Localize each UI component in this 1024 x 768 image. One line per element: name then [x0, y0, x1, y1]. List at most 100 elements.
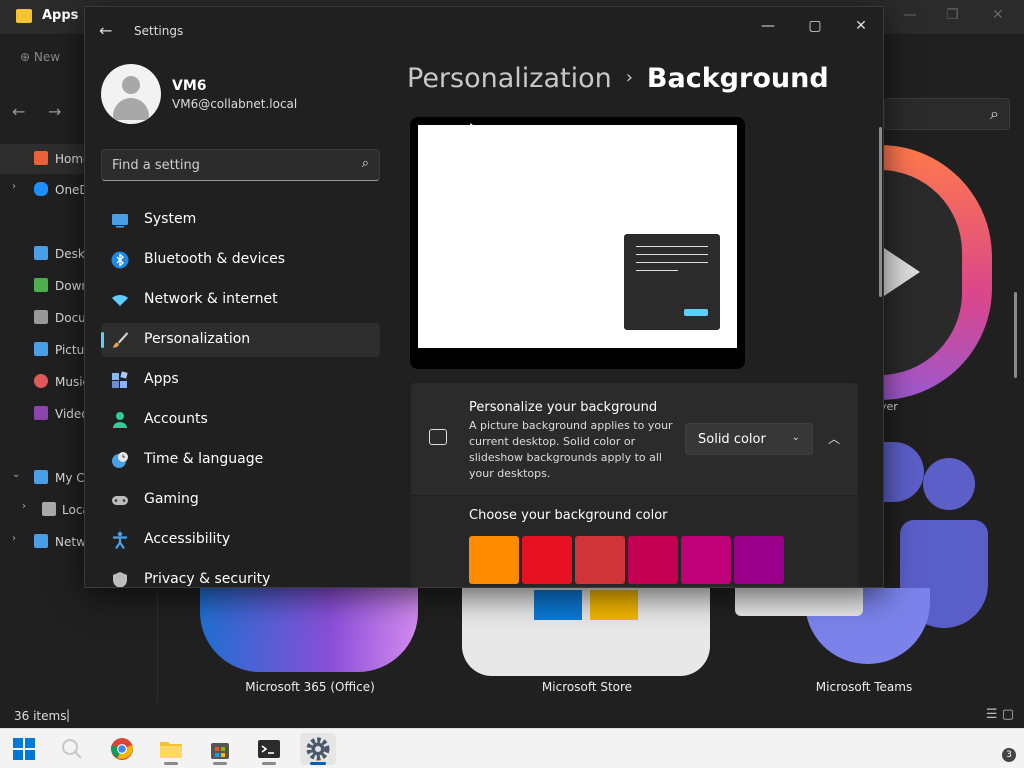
running-indicator	[262, 762, 276, 765]
nav-item-apps[interactable]: Apps	[101, 363, 380, 397]
nav-item-network-internet[interactable]: Network & internet	[101, 283, 380, 317]
tile-label-teams[interactable]: Microsoft Teams	[764, 680, 964, 694]
store-icon	[211, 743, 229, 759]
chevron-right-icon[interactable]: ›	[22, 501, 26, 512]
image-icon	[429, 429, 447, 445]
settings-app[interactable]	[300, 733, 336, 765]
chevron-down-icon[interactable]: ⌄	[12, 469, 20, 480]
maximize-button[interactable]: ▢	[800, 15, 830, 37]
sidebar-label: Videos	[55, 407, 85, 421]
background-type-dropdown[interactable]: Solid color ⌄	[685, 423, 813, 455]
explorer-status-bar: 36 items | ☰ ▢	[0, 704, 1024, 728]
collapse-button[interactable]: ︿	[821, 427, 847, 451]
chrome-app[interactable]	[104, 733, 140, 765]
gear-icon	[306, 737, 330, 761]
tile-label-office[interactable]: Microsoft 365 (Office)	[210, 680, 410, 694]
close-icon[interactable]: ✕	[992, 7, 1004, 23]
user-name: VM6	[172, 78, 207, 94]
teams-logo-card	[735, 588, 863, 616]
nav-label: Privacy & security	[144, 571, 271, 587]
tile-label-store[interactable]: Microsoft Store	[487, 680, 687, 694]
preview-line	[636, 262, 708, 263]
running-indicator	[213, 762, 227, 765]
restore-icon[interactable]: ❐	[946, 7, 959, 23]
page-title: Background	[646, 63, 829, 94]
breadcrumb-parent[interactable]: Personalization	[407, 63, 612, 94]
color-swatch[interactable]	[522, 536, 572, 584]
nav-item-personalization[interactable]: Personalization	[101, 323, 380, 357]
nav-label: System	[144, 211, 197, 227]
windows-logo-icon	[13, 738, 35, 760]
color-swatch[interactable]	[681, 536, 731, 584]
accessibility-icon	[113, 531, 127, 549]
avatar-head	[122, 76, 140, 94]
search-icon[interactable]: ⌕	[362, 156, 369, 171]
preview-button	[684, 309, 708, 316]
forward-arrow-icon[interactable]: →	[48, 102, 61, 121]
user-email: VM6@collabnet.local	[172, 97, 298, 111]
nav-item-time-language[interactable]: Time & language	[101, 443, 380, 477]
nav-label: Personalization	[144, 331, 251, 347]
avatar-body	[113, 98, 149, 120]
explorer-search-box[interactable]: ⌕	[884, 98, 1010, 130]
search-icon: ⌕	[990, 104, 999, 123]
person-icon	[113, 412, 127, 428]
close-button[interactable]: ✕	[846, 15, 876, 37]
running-indicator	[164, 762, 178, 765]
sidebar-label: Music	[55, 375, 85, 389]
new-button[interactable]: ⊕ New	[20, 50, 60, 64]
breadcrumb-separator: ›	[625, 67, 633, 88]
notification-badge[interactable]: 3	[1002, 748, 1016, 762]
sidebar-label: Desktop	[55, 247, 85, 261]
folder-icon	[160, 742, 182, 758]
nav-label: Accounts	[144, 411, 208, 427]
music-icon	[34, 374, 48, 388]
settings-scrollbar[interactable]	[879, 127, 882, 297]
personalize-background-card: Personalize your background A picture ba…	[411, 383, 858, 495]
back-arrow-icon[interactable]: ←	[99, 21, 112, 40]
find-setting-input[interactable]	[112, 156, 342, 174]
avatar[interactable]	[101, 64, 161, 124]
file-explorer-app[interactable]	[153, 733, 189, 765]
apps-icon	[112, 371, 128, 388]
find-setting-box[interactable]: ⌕	[101, 149, 380, 181]
explorer-title: Apps	[42, 8, 79, 23]
clock-globe-icon	[112, 452, 128, 468]
color-swatch[interactable]	[628, 536, 678, 584]
back-arrow-icon[interactable]: ←	[12, 102, 25, 121]
chevron-right-icon[interactable]: ›	[12, 533, 16, 544]
nav-label: Network & internet	[144, 291, 278, 307]
nav-item-system[interactable]: System	[101, 203, 380, 237]
color-swatch[interactable]	[734, 536, 784, 584]
start-button[interactable]	[6, 733, 42, 765]
sidebar-label: Documents	[55, 311, 85, 325]
color-swatch[interactable]	[575, 536, 625, 584]
sidebar-label: Local	[62, 503, 84, 517]
teams-logo-circle	[923, 458, 975, 510]
terminal-app[interactable]	[251, 733, 287, 765]
minimize-icon[interactable]: —	[903, 7, 917, 23]
gamepad-icon	[112, 496, 128, 505]
network-icon	[34, 534, 48, 548]
chevron-right-icon[interactable]: ›	[12, 181, 16, 192]
explorer-scrollbar[interactable]	[1014, 292, 1017, 378]
microsoft-store-app[interactable]	[202, 733, 238, 765]
sidebar-label: Home	[55, 152, 85, 166]
nav-item-privacy-security[interactable]: Privacy & security	[101, 563, 380, 587]
minimize-button[interactable]: —	[753, 15, 783, 37]
nav-item-accessibility[interactable]: Accessibility	[101, 523, 380, 557]
new-button-label: New	[33, 50, 61, 64]
view-toggle-icons[interactable]: ☰ ▢	[986, 707, 1014, 722]
wifi-icon	[112, 294, 128, 306]
breadcrumb: Personalization › Background	[407, 63, 829, 103]
folder-icon	[16, 9, 32, 23]
nav-label: Bluetooth & devices	[144, 251, 286, 267]
nav-item-gaming[interactable]: Gaming	[101, 483, 380, 517]
office-logo	[200, 588, 418, 672]
nav-item-accounts[interactable]: Accounts	[101, 403, 380, 437]
nav-item-bluetooth-devices[interactable]: Bluetooth & devices	[101, 243, 380, 277]
color-swatch[interactable]	[469, 536, 519, 584]
cloud-icon	[34, 182, 48, 196]
chrome-icon	[111, 738, 133, 760]
search-button[interactable]	[54, 733, 90, 765]
